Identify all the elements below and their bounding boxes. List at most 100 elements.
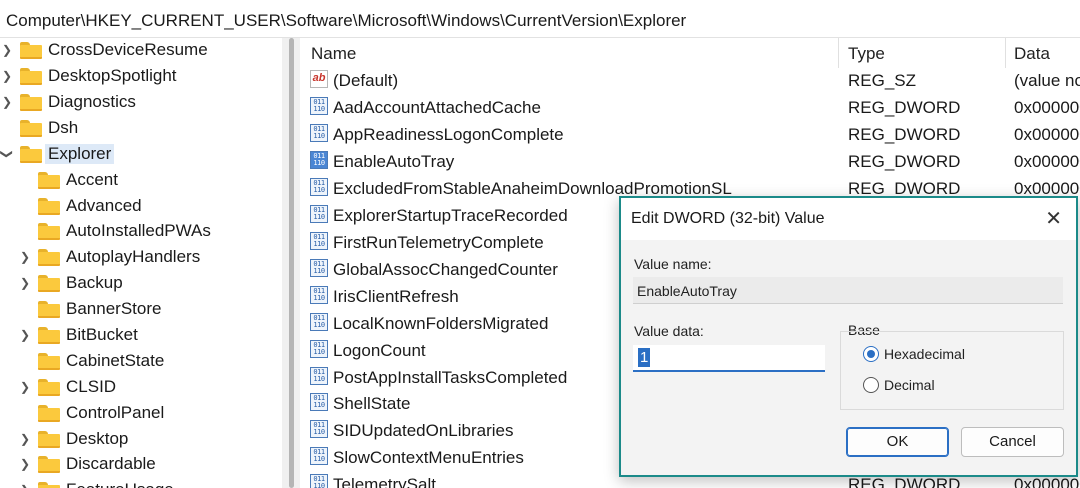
- folder-icon: [38, 326, 60, 344]
- folder-icon: [20, 145, 42, 163]
- value-data: 0x000000: [1014, 125, 1080, 144]
- binary-value-icon: 011 110: [310, 474, 328, 488]
- value-row-selected[interactable]: 011110 EnableAutoTray REG_DWORD 0x000000: [300, 148, 1080, 175]
- string-value-icon: ab: [310, 70, 328, 88]
- folder-icon: [38, 274, 60, 292]
- decimal-label[interactable]: Decimal: [884, 377, 935, 393]
- value-row[interactable]: 011 110 AppReadinessLogonComplete REG_DWO…: [300, 121, 1080, 148]
- folder-icon: [38, 352, 60, 370]
- value-name: ExplorerStartupTraceRecorded: [333, 206, 568, 225]
- ok-button[interactable]: OK: [846, 427, 949, 457]
- address-path[interactable]: Computer\HKEY_CURRENT_USER\Software\Micr…: [6, 11, 686, 31]
- tree-item-label: BannerStore: [66, 299, 162, 318]
- value-name: PostAppInstallTasksCompleted: [333, 368, 568, 387]
- tree-item-discardable[interactable]: ❯ Discardable: [18, 452, 156, 476]
- tree-item-dsh[interactable]: Dsh: [0, 116, 78, 140]
- value-name: SIDUpdatedOnLibraries: [333, 421, 514, 440]
- tree-item-autoplayhandlers[interactable]: ❯ AutoplayHandlers: [18, 245, 200, 269]
- tree-item-clsid[interactable]: ❯ CLSID: [18, 375, 116, 399]
- value-data-input[interactable]: 1: [633, 345, 825, 372]
- tree-item-label: Advanced: [66, 196, 142, 215]
- tree-scrollbar[interactable]: [282, 38, 300, 488]
- address-bar[interactable]: Computer\HKEY_CURRENT_USER\Software\Micr…: [0, 0, 1080, 38]
- chevron-right-icon[interactable]: ❯: [18, 276, 32, 290]
- value-name: AadAccountAttachedCache: [333, 98, 541, 117]
- chevron-down-icon[interactable]: ❯: [0, 147, 14, 161]
- tree-item-desktopspotlight[interactable]: ❯ DesktopSpotlight: [0, 64, 177, 88]
- value-data: 0x000000: [1014, 98, 1080, 117]
- tree-item-label: CrossDeviceResume: [48, 40, 208, 59]
- value-name: LocalKnownFoldersMigrated: [333, 314, 549, 333]
- tree-item-label: CabinetState: [66, 351, 165, 370]
- tree-item-label: Discardable: [66, 454, 156, 473]
- column-header-name[interactable]: Name: [311, 44, 356, 64]
- tree-item-explorer[interactable]: ❯ Explorer: [0, 142, 115, 166]
- chevron-right-icon[interactable]: ❯: [0, 95, 14, 109]
- value-name: GlobalAssocChangedCounter: [333, 260, 558, 279]
- chevron-right-icon[interactable]: ❯: [0, 69, 14, 83]
- decimal-radio[interactable]: [863, 377, 879, 393]
- folder-icon: [38, 197, 60, 215]
- tree-item-cabinetstate[interactable]: CabinetState: [18, 349, 164, 373]
- tree-item-label: Accent: [66, 170, 118, 189]
- folder-icon: [38, 248, 60, 266]
- tree-item-label: Desktop: [66, 429, 129, 448]
- close-icon[interactable]: ✕: [1045, 206, 1062, 231]
- value-name: EnableAutoTray: [333, 152, 455, 171]
- value-row[interactable]: 011 110 AadAccountAttachedCache REG_DWORD…: [300, 94, 1080, 121]
- tree-item-advanced[interactable]: Advanced: [18, 194, 142, 218]
- tree-item-label: Backup: [66, 273, 123, 292]
- chevron-right-icon[interactable]: ❯: [18, 250, 32, 264]
- chevron-right-icon[interactable]: ❯: [18, 432, 32, 446]
- value-data-text: 1: [638, 348, 651, 367]
- column-header-data[interactable]: Data: [1014, 44, 1050, 64]
- tree-item-backup[interactable]: ❯ Backup: [18, 271, 123, 295]
- column-divider[interactable]: [838, 38, 839, 68]
- value-name-field[interactable]: EnableAutoTray: [633, 277, 1063, 304]
- value-name-label: Value name:: [634, 256, 712, 272]
- tree-item-desktop[interactable]: ❯ Desktop: [18, 427, 128, 451]
- tree-item-diagnostics[interactable]: ❯ Diagnostics: [0, 90, 136, 114]
- tree-item-autoinstalledpwas[interactable]: AutoInstalledPWAs: [18, 219, 211, 243]
- tree-item-crossdeviceresume[interactable]: ❯ CrossDeviceResume: [0, 38, 208, 62]
- tree-item-controlpanel[interactable]: ControlPanel: [18, 401, 164, 425]
- folder-icon: [38, 378, 60, 396]
- tree-item-label: BitBucket: [66, 325, 138, 344]
- chevron-right-icon[interactable]: ❯: [18, 380, 32, 394]
- value-row[interactable]: ab (Default) REG_SZ (value no: [300, 67, 1080, 94]
- value-name: LogonCount: [333, 341, 426, 360]
- tree-item-bitbucket[interactable]: ❯ BitBucket: [18, 323, 138, 347]
- hexadecimal-label[interactable]: Hexadecimal: [884, 346, 965, 362]
- chevron-right-icon[interactable]: ❯: [18, 483, 32, 488]
- binary-value-icon: 011 110: [310, 420, 328, 438]
- tree-item-label: AutoInstalledPWAs: [66, 221, 211, 240]
- column-header-type[interactable]: Type: [848, 44, 885, 64]
- folder-icon: [20, 119, 42, 137]
- binary-value-icon: 011 110: [310, 259, 328, 277]
- tree-item-featureusage[interactable]: ❯ FeatureUsage: [18, 478, 174, 488]
- binary-value-icon: 011 110: [310, 367, 328, 385]
- column-divider[interactable]: [1005, 38, 1006, 68]
- cancel-button[interactable]: Cancel: [961, 427, 1064, 457]
- chevron-right-icon[interactable]: ❯: [18, 457, 32, 471]
- chevron-right-icon[interactable]: ❯: [0, 43, 14, 57]
- tree-item-label: FeatureUsage: [66, 480, 174, 488]
- hexadecimal-radio[interactable]: [863, 346, 879, 362]
- tree-item-accent[interactable]: Accent: [18, 168, 118, 192]
- tree-item-bannerstore[interactable]: BannerStore: [18, 297, 161, 321]
- binary-value-icon: 011 110: [310, 97, 328, 115]
- folder-icon: [38, 300, 60, 318]
- tree-item-label: AutoplayHandlers: [66, 247, 201, 266]
- value-name: SlowContextMenuEntries: [333, 448, 524, 467]
- scrollbar-thumb[interactable]: [289, 38, 294, 488]
- folder-icon: [38, 171, 60, 189]
- key-tree: ❯ CrossDeviceResume ❯ DesktopSpotlight ❯…: [0, 38, 275, 488]
- dialog-title-bar[interactable]: Edit DWORD (32-bit) Value ✕: [621, 198, 1076, 240]
- chevron-right-icon[interactable]: ❯: [18, 328, 32, 342]
- binary-value-icon: 011 110: [310, 313, 328, 331]
- value-type: REG_DWORD: [848, 125, 961, 144]
- binary-value-icon: 011 110: [310, 232, 328, 250]
- edit-dword-dialog: Edit DWORD (32-bit) Value ✕ Value name: …: [619, 196, 1078, 477]
- binary-value-icon: 011 110: [310, 286, 328, 304]
- tree-item-label: Explorer: [45, 144, 115, 164]
